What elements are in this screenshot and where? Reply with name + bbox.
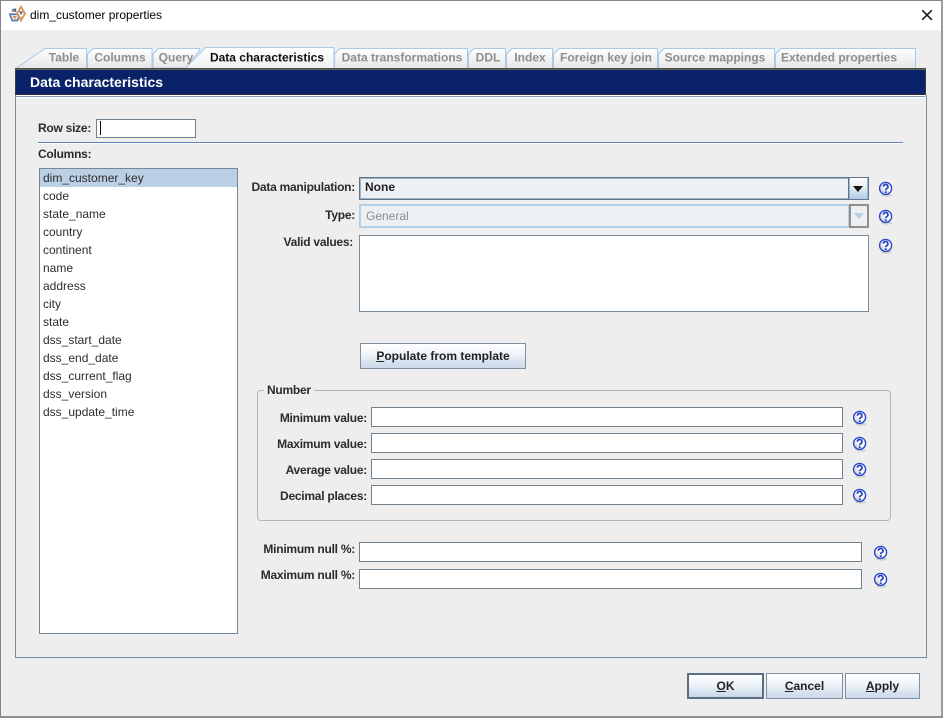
svg-text:Data transformations: Data transformations (342, 51, 463, 65)
svg-text:Table: Table (49, 51, 80, 65)
svg-text:Columns: Columns (94, 51, 146, 65)
svg-text:Extended properties: Extended properties (781, 51, 897, 65)
svg-text:Query: Query (159, 51, 194, 65)
svg-text:Data characteristics: Data characteristics (210, 51, 324, 65)
svg-text:DDL: DDL (476, 51, 501, 65)
svg-text:Source mappings: Source mappings (665, 51, 766, 65)
svg-text:Index: Index (514, 51, 546, 65)
svg-text:Foreign key join: Foreign key join (560, 51, 652, 65)
